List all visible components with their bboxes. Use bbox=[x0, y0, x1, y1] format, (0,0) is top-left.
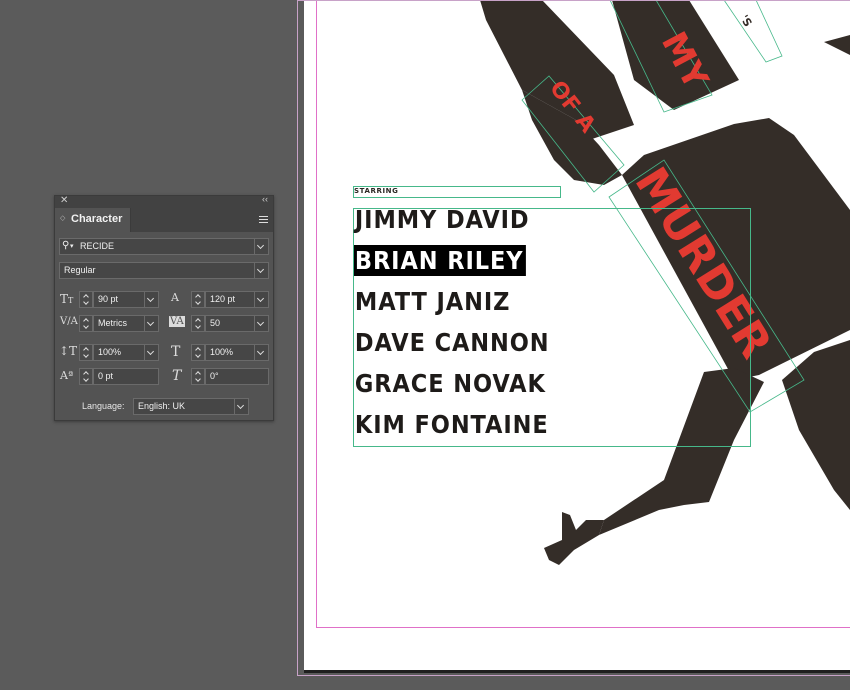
tracking-icon: VA bbox=[169, 316, 185, 327]
text-frame-s bbox=[723, 0, 783, 63]
horizontal-scale-value: 100% bbox=[210, 347, 234, 357]
reorder-arrows-icon: ◇ bbox=[60, 215, 66, 222]
font-size-value: 90 pt bbox=[98, 294, 119, 304]
font-size-stepper[interactable] bbox=[79, 291, 93, 308]
cast-name[interactable]: MATT JANIZ bbox=[354, 287, 552, 328]
kerning-dropdown[interactable] bbox=[144, 316, 158, 331]
kerning-field[interactable]: Metrics bbox=[93, 315, 159, 332]
kerning-value: Metrics bbox=[98, 318, 127, 328]
close-icon[interactable]: ✕ bbox=[60, 195, 68, 206]
panel-menu-icon[interactable] bbox=[259, 216, 268, 223]
language-label: Language: bbox=[82, 401, 125, 411]
silhouette-hand-top bbox=[824, 35, 850, 55]
chevron-down-icon: ▾ bbox=[70, 243, 74, 250]
horizontal-scale-field[interactable]: 100% bbox=[205, 344, 269, 361]
tracking-dropdown[interactable] bbox=[254, 316, 268, 331]
cast-name[interactable]: BRIAN RILEY bbox=[354, 245, 552, 287]
panel-title-bar[interactable]: ✕ ‹‹ bbox=[55, 194, 273, 208]
tab-character-label: Character bbox=[71, 213, 123, 225]
baseline-shift-field[interactable]: 0 pt bbox=[93, 368, 159, 385]
font-family-field[interactable]: ⚲ ▾ RECIDE bbox=[59, 238, 269, 255]
language-dropdown[interactable] bbox=[234, 399, 248, 414]
font-family-value: RECIDE bbox=[80, 241, 115, 251]
document-page[interactable]: 'S MY OF A MURDER STARRING JIMMY DAVID B… bbox=[304, 0, 850, 670]
cast-name[interactable]: KIM FONTAINE bbox=[354, 410, 552, 451]
kerning-stepper[interactable] bbox=[79, 315, 93, 332]
horizontal-scale-dropdown[interactable] bbox=[254, 345, 268, 360]
silhouette-hand bbox=[544, 512, 604, 565]
leading-icon: A bbox=[171, 291, 179, 304]
cast-name[interactable]: DAVE CANNON bbox=[354, 328, 552, 369]
font-style-dropdown[interactable] bbox=[254, 263, 268, 278]
skew-icon: T bbox=[172, 368, 182, 384]
leading-stepper[interactable] bbox=[191, 291, 205, 308]
tab-character[interactable]: ◇ Character bbox=[55, 208, 131, 232]
leading-dropdown[interactable] bbox=[254, 292, 268, 307]
cast-name[interactable]: JIMMY DAVID bbox=[354, 205, 552, 246]
leading-field[interactable]: 120 pt bbox=[205, 291, 269, 308]
skew-field[interactable]: 0° bbox=[205, 368, 269, 385]
language-value: English: UK bbox=[138, 401, 186, 411]
font-style-value: Regular bbox=[64, 265, 96, 275]
vertical-scale-stepper[interactable] bbox=[79, 344, 93, 361]
font-size-icon: TT bbox=[60, 292, 74, 306]
character-panel[interactable]: ✕ ‹‹ ◇ Character ⚲ ▾ RECIDE Regular TT 9… bbox=[54, 194, 274, 421]
font-style-field[interactable]: Regular bbox=[59, 262, 269, 279]
art-text-s: 'S bbox=[737, 13, 754, 30]
horizontal-scale-icon: T bbox=[171, 344, 181, 360]
baseline-shift-icon: Aª bbox=[60, 369, 74, 382]
kerning-icon: V/A bbox=[60, 316, 78, 327]
horizontal-scale-stepper[interactable] bbox=[191, 344, 205, 361]
font-size-field[interactable]: 90 pt bbox=[93, 291, 159, 308]
selected-text: BRIAN RILEY bbox=[354, 245, 527, 276]
vertical-scale-field[interactable]: 100% bbox=[93, 344, 159, 361]
vertical-scale-dropdown[interactable] bbox=[144, 345, 158, 360]
font-family-dropdown[interactable] bbox=[254, 239, 268, 254]
panel-tab-row: ◇ Character bbox=[55, 208, 273, 232]
font-size-dropdown[interactable] bbox=[144, 292, 158, 307]
baseline-shift-value: 0 pt bbox=[98, 371, 114, 381]
cast-name[interactable]: GRACE NOVAK bbox=[354, 369, 552, 410]
search-icon: ⚲ bbox=[62, 240, 70, 251]
skew-stepper[interactable] bbox=[191, 368, 205, 385]
silhouette-knee bbox=[782, 340, 850, 510]
baseline-shift-stepper[interactable] bbox=[79, 368, 93, 385]
language-select[interactable]: English: UK bbox=[133, 398, 249, 415]
starring-label: STARRING bbox=[354, 187, 399, 195]
vertical-scale-value: 100% bbox=[98, 347, 122, 357]
collapse-icon[interactable]: ‹‹ bbox=[262, 194, 268, 204]
skew-value: 0° bbox=[210, 371, 219, 381]
tracking-value: 50 bbox=[210, 318, 221, 328]
vertical-scale-icon: ↕T bbox=[59, 344, 78, 358]
tracking-field[interactable]: 50 bbox=[205, 315, 269, 332]
leading-value: 120 pt bbox=[210, 294, 236, 304]
tracking-stepper[interactable] bbox=[191, 315, 205, 332]
cast-list[interactable]: JIMMY DAVID BRIAN RILEY MATT JANIZ DAVE … bbox=[354, 205, 574, 451]
